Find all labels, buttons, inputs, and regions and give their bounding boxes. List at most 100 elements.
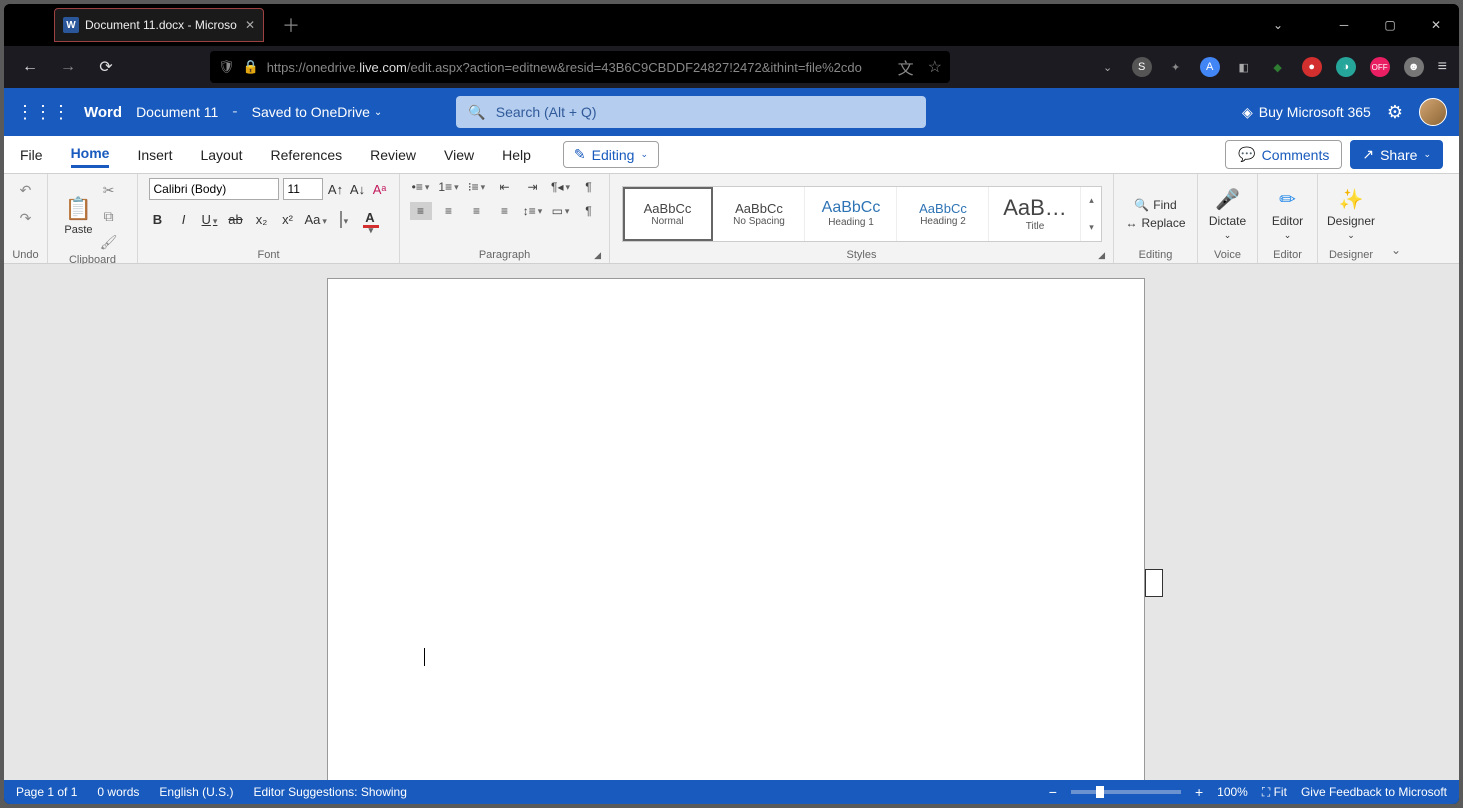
designer-button[interactable]: ✨ Designer ⌄ [1319,187,1383,241]
ext-icon-1[interactable]: S [1132,57,1152,77]
tab-insert[interactable]: Insert [137,143,172,167]
paste-button[interactable]: 📋 Paste [64,196,92,236]
tab-references[interactable]: References [271,143,343,167]
tab-close-icon[interactable]: ✕ [245,18,255,32]
tab-view[interactable]: View [444,143,474,167]
style-normal[interactable]: AaBbCcNormal [623,187,713,241]
avatar[interactable] [1419,98,1447,126]
italic-button[interactable]: I [175,212,193,227]
ext-icon-2[interactable]: ✦ [1166,57,1186,77]
translate-icon[interactable]: 文 [898,55,914,79]
style-no-spacing[interactable]: AaBbCcNo Spacing [715,187,805,241]
fit-button[interactable]: ⛶ Fit [1262,785,1287,800]
reload-button[interactable]: ⟳ [92,53,120,81]
comments-button[interactable]: 💬 Comments [1225,140,1342,169]
ext-icon-8[interactable]: OFF [1370,57,1390,77]
subscript-button[interactable]: x₂ [253,212,271,227]
copy-button[interactable]: ⧉ [97,204,121,228]
page-indicator[interactable]: Page 1 of 1 [16,785,77,799]
maximize-button[interactable]: ▢ [1367,4,1413,46]
page-edge-tag[interactable] [1145,569,1163,597]
lock-icon[interactable]: 🔒 [243,59,259,75]
bullets-button[interactable]: •≡ [410,178,432,196]
underline-button[interactable]: U [201,212,219,227]
tab-review[interactable]: Review [370,143,416,167]
new-tab-button[interactable]: ＋ [282,12,300,38]
editing-mode-button[interactable]: ✎ Editing ⌄ [563,141,659,168]
ext-icon-6[interactable]: ● [1302,57,1322,77]
tab-file[interactable]: File [20,143,43,167]
zoom-in-button[interactable]: + [1195,784,1203,800]
back-button[interactable]: ← [16,53,44,81]
shrink-font-button[interactable]: A↓ [349,182,367,197]
align-right-button[interactable]: ≡ [466,202,488,220]
undo-button[interactable]: ↶ [14,178,38,202]
document-name[interactable]: Document 11 [136,104,218,120]
ext-icon-7[interactable]: ◑ [1336,57,1356,77]
align-center-button[interactable]: ≡ [438,202,460,220]
styles-more-button[interactable]: ▴▾ [1083,187,1101,241]
word-count[interactable]: 0 words [97,785,139,799]
ext-icon-9[interactable]: ☻ [1404,57,1424,77]
grow-font-button[interactable]: A↑ [327,182,345,197]
save-status[interactable]: Saved to OneDrive⌄ [252,104,383,120]
ext-icon-3[interactable]: A [1200,57,1220,77]
pocket-icon[interactable]: ⌄ [1098,57,1118,77]
format-painter-button[interactable]: 🖌 [97,230,121,254]
collapse-ribbon-button[interactable]: ⌄ [1384,174,1408,263]
dictate-button[interactable]: 🎤 Dictate ⌄ [1201,187,1254,241]
sort-button[interactable]: ¶ [578,178,600,196]
style-title[interactable]: AaB…Title [991,187,1081,241]
zoom-out-button[interactable]: − [1049,784,1057,800]
ext-icon-4[interactable]: ◧ [1234,57,1254,77]
minimize-button[interactable]: ─ [1321,4,1367,46]
numbering-button[interactable]: 1≡ [438,178,460,196]
url-box[interactable]: 🛡 🔒 https://onedrive.live.com/edit.aspx?… [210,51,950,83]
highlight-button[interactable] [335,212,353,227]
text-direction-button[interactable]: ¶◂ [550,178,572,196]
show-marks-button[interactable]: ¶ [578,202,600,220]
zoom-slider[interactable] [1071,790,1181,794]
cut-button[interactable]: ✂ [97,178,121,202]
find-button[interactable]: 🔍 Find [1134,198,1176,212]
tab-home[interactable]: Home [71,141,110,168]
paragraph-dialog-launcher[interactable]: ◢ [594,250,601,261]
buy-microsoft-365-button[interactable]: ◈ Buy Microsoft 365 [1242,104,1371,121]
styles-dialog-launcher[interactable]: ◢ [1098,250,1105,261]
clear-formatting-button[interactable]: Aᵃ [371,182,389,197]
tab-layout[interactable]: Layout [200,143,242,167]
tab-help[interactable]: Help [502,143,531,167]
bold-button[interactable]: B [149,212,167,227]
increase-indent-button[interactable]: ⇥ [522,178,544,196]
font-name-input[interactable] [149,178,279,200]
shield-icon[interactable]: 🛡 [218,59,235,75]
change-case-button[interactable]: Aa [305,212,327,227]
ext-icon-5[interactable]: ◆ [1268,57,1288,77]
editor-suggestions[interactable]: Editor Suggestions: Showing [253,785,406,799]
line-spacing-button[interactable]: ↕≡ [522,202,544,220]
page[interactable] [327,278,1145,780]
share-button[interactable]: ↗ Share ⌄ [1350,140,1443,169]
app-launcher-icon[interactable]: ⋮⋮⋮ [16,102,70,123]
document-area[interactable] [4,264,1459,780]
shading-button[interactable]: ▭ [550,202,572,220]
style-heading-1[interactable]: AaBbCcHeading 1 [807,187,897,241]
app-name[interactable]: Word [84,104,122,121]
decrease-indent-button[interactable]: ⇤ [494,178,516,196]
language-indicator[interactable]: English (U.S.) [159,785,233,799]
superscript-button[interactable]: x² [279,212,297,227]
redo-button[interactable]: ↷ [14,206,38,230]
bookmark-star-icon[interactable]: ☆ [928,57,942,77]
multilevel-list-button[interactable]: ⁝≡ [466,178,488,196]
style-heading-2[interactable]: AaBbCcHeading 2 [899,187,989,241]
browser-tab[interactable]: W Document 11.docx - Microso ✕ [54,8,264,42]
feedback-link[interactable]: Give Feedback to Microsoft [1301,785,1447,799]
strikethrough-button[interactable]: ab [227,212,245,227]
search-input[interactable]: 🔍 Search (Alt + Q) [456,96,926,128]
close-window-button[interactable]: ✕ [1413,4,1459,46]
justify-button[interactable]: ≡ [494,202,516,220]
hamburger-menu-icon[interactable]: ≡ [1438,58,1447,76]
replace-button[interactable]: ↔ Replace [1125,216,1185,230]
editor-button[interactable]: ✏ Editor ⌄ [1264,187,1311,241]
tabs-dropdown-icon[interactable]: ⌄ [1255,4,1301,46]
